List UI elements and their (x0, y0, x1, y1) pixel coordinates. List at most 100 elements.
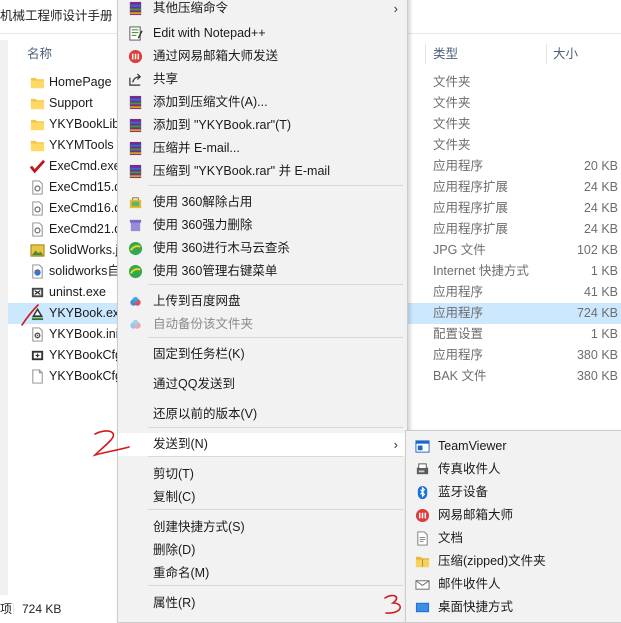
menu-item-label: 添加到压缩文件(A)... (153, 95, 268, 109)
rar-icon (127, 163, 144, 180)
send-to-item[interactable]: 网易邮箱大师 (406, 504, 621, 527)
file-name: HomePage (49, 75, 112, 89)
send-to-item[interactable]: 蓝牙设备 (406, 481, 621, 504)
notepad-icon (127, 25, 144, 42)
send-to-item[interactable]: 传真收件人 (406, 458, 621, 481)
file-name: ExeCmd16.dll (49, 201, 125, 215)
baidu-cloud-icon (127, 293, 144, 310)
file-type: 应用程序扩展 (433, 180, 509, 194)
menu-item[interactable]: 共享 (118, 68, 407, 91)
menu-separator (148, 284, 403, 285)
menu-item[interactable]: 上传到百度网盘 (118, 290, 407, 313)
status-item-count: 项目 (0, 602, 14, 616)
file-type: 应用程序扩展 (433, 201, 509, 215)
menu-item[interactable]: 自动备份该文件夹 (118, 313, 407, 336)
file-type: JPG 文件 (433, 243, 486, 257)
send-to-submenu: TeamViewer 传真收件人 蓝牙设备 网易邮箱大师 文档 压缩(zipped)文件夹… (405, 430, 621, 623)
file-size: 1 KB (590, 327, 618, 341)
send-to-item[interactable]: 桌面快捷方式 (406, 596, 621, 619)
file-size: 24 KB (583, 222, 618, 236)
cfg-exe-icon (30, 348, 45, 363)
menu-item[interactable]: 添加到压缩文件(A)... (118, 91, 407, 114)
file-type: 文件夹 (433, 75, 471, 89)
file-type: 应用程序 (433, 285, 484, 299)
column-header-name[interactable]: 名称 (27, 42, 52, 66)
zip-folder-icon (414, 553, 431, 570)
menu-item[interactable]: 使用 360管理右键菜单 (118, 260, 407, 283)
file-name: uninst.exe (49, 285, 106, 299)
documents-icon (414, 530, 431, 547)
menu-item[interactable]: 复制(C) (118, 486, 407, 509)
file-size: 380 KB (576, 369, 618, 383)
menu-item[interactable]: Edit with Notepad++ (118, 22, 407, 45)
file-name: YKYBook.ini (49, 327, 119, 341)
dll-icon (30, 222, 45, 237)
menu-item[interactable]: 压缩到 "YKYBook.rar" 并 E-mail (118, 160, 407, 183)
menu-item[interactable]: 发送到(N) › (118, 433, 407, 456)
menu-separator (148, 585, 403, 586)
file-name: ExeCmd15.dll (49, 180, 125, 194)
file-type: Internet 快捷方式 (433, 264, 529, 278)
baidu-backup-icon (127, 316, 144, 333)
file-name: YKYBookCfg.bak (49, 369, 125, 383)
menu-item[interactable]: 重命名(M) (118, 562, 407, 585)
image-icon (30, 243, 45, 258)
file-size: 24 KB (583, 201, 618, 215)
rar-icon (127, 94, 144, 111)
fax-icon (414, 461, 431, 478)
file-type: 应用程序 (433, 159, 484, 173)
file-name: SolidWorks.jpg (49, 243, 125, 257)
menu-item[interactable]: 通过网易邮箱大师发送 (118, 45, 407, 68)
menu-item-label: 还原以前的版本(V) (153, 407, 258, 421)
menu-item[interactable]: 属性(R) (118, 592, 407, 615)
send-to-item[interactable]: TeamViewer (406, 435, 621, 458)
menu-item-label: Edit with Notepad++ (153, 26, 266, 40)
menu-item-label: 创建快捷方式(S) (153, 520, 245, 534)
blank-file-icon (30, 369, 45, 384)
column-separator[interactable] (425, 44, 426, 64)
desktop-icon (414, 599, 431, 616)
menu-item[interactable]: 使用 360解除占用 (118, 191, 407, 214)
file-name: ExeCmd21.dll (49, 222, 125, 236)
menu-item-label: 上传到百度网盘 (153, 294, 241, 308)
chevron-right-icon: › (393, 1, 398, 16)
menu-item[interactable]: 删除(D) (118, 539, 407, 562)
menu-item[interactable]: 通过QQ发送到 (118, 373, 407, 396)
menu-item-label: 共享 (153, 72, 179, 86)
menu-separator (148, 509, 403, 510)
menu-item[interactable]: 固定到任务栏(K) (118, 343, 407, 366)
column-separator[interactable] (546, 44, 547, 64)
rar-icon (127, 117, 144, 134)
menu-item-label: 自动备份该文件夹 (153, 317, 254, 331)
column-header-size[interactable]: 大小 (553, 42, 578, 66)
breadcrumb[interactable]: 机械工程师设计手册 (0, 7, 118, 25)
file-name: Support (49, 96, 93, 110)
menu-item[interactable]: 剪切(T) (118, 463, 407, 486)
menu-item-label: 通过网易邮箱大师发送 (153, 49, 279, 63)
dll-icon (30, 201, 45, 216)
menu-item-label: 其他压缩命令 (153, 1, 229, 15)
status-selected-size: 724 KB (22, 602, 62, 616)
menu-item[interactable]: 压缩并 E-mail... (118, 137, 407, 160)
file-name: YKYBookCfg.exe (49, 348, 125, 362)
delete-360-icon (127, 217, 144, 234)
menu-item[interactable]: 创建快捷方式(S) (118, 516, 407, 539)
menu-item[interactable]: 使用 360强力删除 (118, 214, 407, 237)
menu-separator (148, 185, 403, 186)
menu-item[interactable]: 其他压缩命令 › (118, 0, 407, 20)
column-header-type[interactable]: 类型 (433, 42, 458, 66)
menu-item[interactable]: 添加到 "YKYBook.rar"(T) (118, 114, 407, 137)
menu-item[interactable]: 还原以前的版本(V) (118, 403, 407, 426)
menu-item-label: 使用 360进行木马云查杀 (153, 241, 290, 255)
send-to-item[interactable]: 压缩(zipped)文件夹 (406, 550, 621, 573)
send-to-item[interactable]: 邮件收件人 (406, 573, 621, 596)
send-to-item[interactable]: 文档 (406, 527, 621, 550)
netease-mail-icon (414, 507, 431, 524)
context-menu: 其他压缩命令 › Edit with Notepad++ 通过网易邮箱大师发送 共享添加… (117, 0, 408, 623)
scan-360-icon (127, 240, 144, 257)
file-type: 文件夹 (433, 96, 471, 110)
menu-item[interactable]: 使用 360进行木马云查杀 (118, 237, 407, 260)
folder-icon (30, 75, 45, 90)
menu-item-label: 使用 360管理右键菜单 (153, 264, 278, 278)
menu-item-label: 复制(C) (153, 490, 196, 504)
